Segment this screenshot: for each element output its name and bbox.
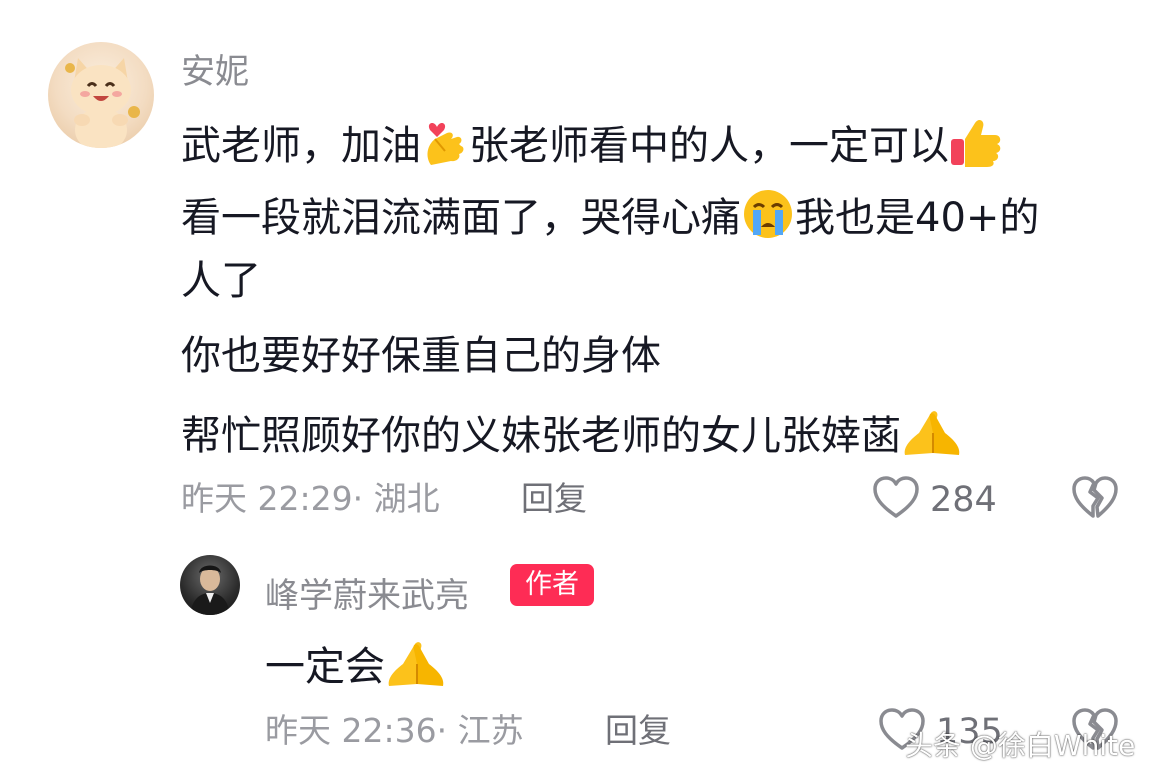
finger-heart-emoji-icon — [421, 117, 469, 174]
pray-emoji-icon — [385, 638, 447, 695]
comment-line-5: 帮忙照顾好你的义妹张老师的女儿张婞菡 — [181, 407, 963, 464]
heart-icon — [872, 476, 920, 524]
reply-username[interactable]: 峰学蔚来武亮 — [265, 568, 469, 617]
comment-line-2-b: 我也是40+的 — [795, 195, 1040, 241]
comment-line-3: 人了 — [181, 258, 261, 304]
comment-line-1-a: 武老师，加油 — [181, 123, 421, 169]
watermark: 头条 @徐白White — [905, 729, 1136, 762]
comment-location: · 湖北 — [352, 479, 440, 518]
dislike-button[interactable] — [1071, 476, 1119, 524]
comment-line-4: 你也要好好保重自己的身体 — [181, 333, 661, 379]
reply-text: 一定会 — [265, 644, 385, 690]
broken-heart-icon — [1071, 476, 1119, 524]
comment-like-count: 284 — [930, 479, 997, 520]
comment-line-2: 看一段就泪流满面了，哭得心痛 我也是40+的 — [181, 189, 1039, 246]
reply-avatar[interactable] — [180, 555, 240, 615]
author-badge: 作者 — [510, 564, 594, 606]
comment-line-1: 武老师，加油 张老师看中的人，一定可以 — [181, 117, 1003, 174]
comment-meta: 昨天 22:29· 湖北 — [181, 482, 440, 515]
comment-reply-button[interactable]: 回复 — [521, 482, 587, 515]
reply-time: 昨天 22:36 — [265, 711, 437, 750]
crying-face-emoji-icon — [741, 189, 795, 246]
comment-username[interactable]: 安妮 — [181, 44, 249, 93]
comment-line-5-text: 帮忙照顾好你的义妹张老师的女儿张婞菡 — [181, 413, 901, 459]
avatar[interactable] — [48, 42, 154, 148]
reply-text-line: 一定会 — [265, 638, 447, 695]
reply-reply-button[interactable]: 回复 — [605, 714, 671, 747]
comment-time: 昨天 22:29 — [181, 479, 353, 518]
pray-emoji-icon — [901, 407, 963, 464]
reply-location: · 江苏 — [436, 711, 524, 750]
reply-meta: 昨天 22:36· 江苏 — [265, 714, 524, 747]
person-avatar-icon — [190, 565, 230, 615]
cat-avatar-icon — [65, 58, 140, 148]
comment-line-2-a: 看一段就泪流满面了，哭得心痛 — [181, 195, 741, 241]
comment-line-1-b: 张老师看中的人，一定可以 — [469, 123, 949, 169]
comment-like-button[interactable]: 284 — [872, 476, 997, 524]
thumbs-up-emoji-icon — [949, 117, 1003, 174]
